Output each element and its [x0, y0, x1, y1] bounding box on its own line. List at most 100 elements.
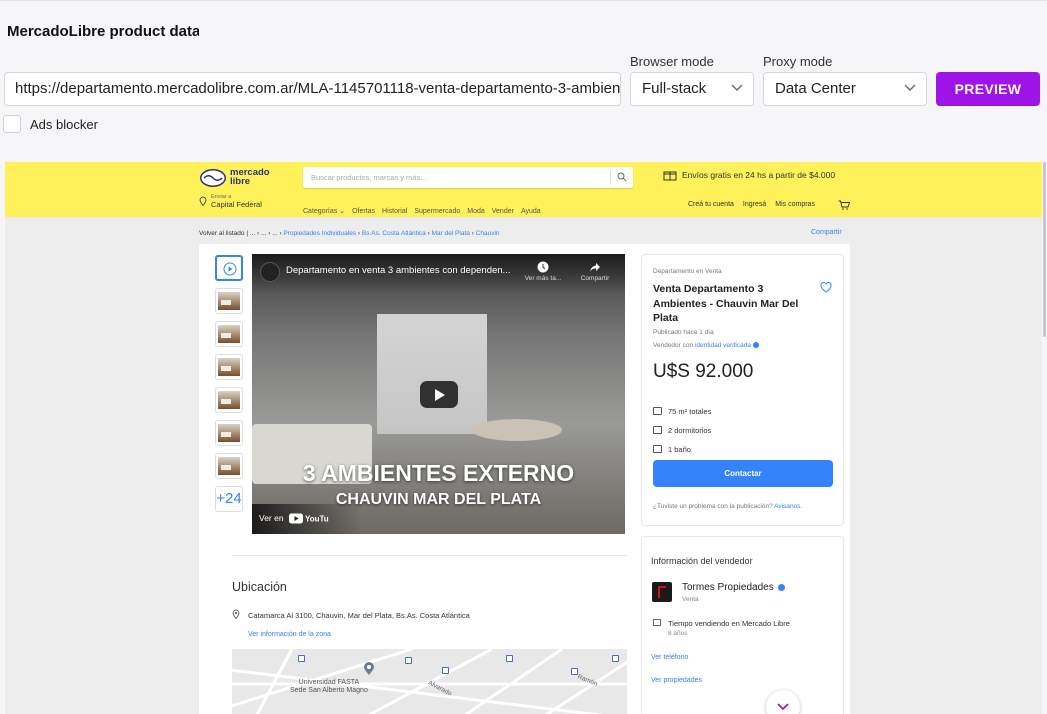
- thumbnail-image[interactable]: [215, 453, 243, 479]
- nav-fashion[interactable]: Moda: [467, 208, 485, 215]
- watch-on-youtube-text[interactable]: Ver en: [259, 513, 284, 523]
- bus-stop-icon[interactable]: [298, 655, 305, 662]
- video-play-button[interactable]: [420, 381, 458, 408]
- channel-avatar[interactable]: [260, 262, 280, 282]
- thumbnail-image[interactable]: [215, 354, 243, 380]
- crumb-1[interactable]: Propiedades Individuales: [283, 230, 356, 237]
- ml-promo[interactable]: Envíos gratis en 24 hs a partir de $4.00…: [682, 170, 835, 180]
- preview-viewport: mercado libre Buscar productos, marcas y …: [5, 162, 1042, 714]
- share-link[interactable]: Compartir: [811, 229, 842, 236]
- map-place-pin-icon[interactable]: [363, 662, 375, 676]
- bus-stop-icon[interactable]: [442, 667, 449, 674]
- chevron-down-icon: [731, 84, 743, 91]
- thumbnail-video[interactable]: [215, 255, 243, 281]
- ml-location: Capital Federal: [211, 200, 262, 209]
- location-map[interactable]: Universidad FASTA Sede San Alberto Magno …: [232, 649, 627, 714]
- contact-button[interactable]: Contactar: [653, 460, 833, 487]
- browser-mode-value: Full-stack: [642, 80, 707, 97]
- ml-search-bar[interactable]: Buscar productos, marcas y más...: [303, 167, 633, 188]
- ads-blocker-label: Ads blocker: [30, 117, 98, 132]
- viewport-scrollbar[interactable]: [1042, 162, 1047, 714]
- url-input[interactable]: https://departamento.mercadolibre.com.ar…: [4, 72, 621, 106]
- listing-price: U$S 92.000: [653, 361, 754, 382]
- app-title: MercadoLibre product data: [7, 23, 199, 40]
- zone-info-link[interactable]: Ver información de la zona: [248, 631, 331, 638]
- share-arrow-icon: [590, 263, 600, 272]
- play-circle-icon: [223, 262, 237, 276]
- more-photos-button[interactable]: +24: [215, 486, 243, 512]
- thumbnail-image[interactable]: [215, 387, 243, 413]
- video-title[interactable]: Departamento en venta 3 ambientes con de…: [286, 265, 524, 276]
- chevron-down-icon: [904, 84, 916, 91]
- listing-info-panel: Departamento en Venta Venta Departamento…: [641, 254, 844, 526]
- ml-nav: Categorías ⌄ Ofertas Historial Supermercado…: [303, 207, 548, 215]
- svg-text:YouTube: YouTube: [305, 515, 329, 524]
- nav-supermarket[interactable]: Supermercado: [414, 208, 460, 215]
- view-properties-link[interactable]: Ver propiedades: [651, 677, 702, 684]
- ml-search-divider: [610, 170, 611, 185]
- listing-condition: Departamento en Venta: [653, 268, 722, 275]
- location-heading: Ubicación: [232, 580, 287, 594]
- ml-send-to[interactable]: Enviar a Capital Federal: [211, 194, 262, 208]
- location-pin-icon: [232, 609, 240, 619]
- crumb-3[interactable]: Mar del Plata: [432, 230, 470, 237]
- nav-help[interactable]: Ayuda: [521, 208, 541, 215]
- preview-button[interactable]: PREVIEW: [936, 72, 1040, 106]
- view-phone-link[interactable]: Ver teléfono: [651, 654, 688, 661]
- create-account-link[interactable]: Creá tu cuenta: [688, 201, 734, 208]
- report-problem: ¿Tuviste un problema con la publicación?…: [653, 503, 803, 510]
- area-icon: [653, 407, 662, 415]
- login-link[interactable]: Ingresá: [743, 201, 766, 208]
- clock-icon: [537, 261, 549, 273]
- thumbnail-image[interactable]: [215, 288, 243, 314]
- video-share-button[interactable]: Compartir: [574, 261, 616, 282]
- youtube-logo-icon[interactable]: YouTube: [289, 513, 329, 524]
- bed-icon: [653, 426, 662, 434]
- heart-icon[interactable]: [820, 282, 832, 293]
- location-address: Catamarca Al 3100, Chauvin, Mar del Plat…: [248, 611, 470, 620]
- verified-identity-link[interactable]: identidad verificada: [695, 342, 751, 349]
- ml-search-placeholder: Buscar productos, marcas y más...: [311, 173, 427, 182]
- bus-stop-icon[interactable]: [405, 657, 412, 664]
- breadcrumb: Volver al listado | ... › ... › ... › Pr…: [199, 230, 500, 237]
- ads-blocker-checkbox[interactable]: [3, 115, 21, 133]
- app-root: MercadoLibre product data https://depart…: [0, 0, 1047, 714]
- bus-stop-icon[interactable]: [506, 655, 513, 662]
- cart-icon[interactable]: [838, 200, 850, 210]
- seller-name[interactable]: Tormes Propiedades: [682, 582, 785, 593]
- search-icon[interactable]: [617, 172, 627, 182]
- crumb-4[interactable]: Chauvin: [476, 230, 500, 237]
- verified-icon: [777, 584, 785, 591]
- bus-stop-icon[interactable]: [571, 668, 578, 675]
- nav-history[interactable]: Historial: [382, 208, 407, 215]
- browser-mode-label: Browser mode: [630, 54, 714, 69]
- video-player[interactable]: Departamento en venta 3 ambientes con de…: [252, 254, 625, 534]
- seller-type: Venta: [682, 596, 699, 603]
- video-headline: 3 AMBIENTES EXTERNO: [302, 460, 575, 486]
- back-to-list-link[interactable]: Volver al listado: [199, 230, 245, 237]
- location-pin-icon: [199, 196, 207, 206]
- map-label-university: Universidad FASTA Sede San Alberto Magno: [290, 679, 368, 694]
- watch-later-button[interactable]: Ver más ta...: [523, 261, 563, 282]
- nav-sell[interactable]: Vender: [492, 208, 514, 215]
- seller-logo[interactable]: [652, 582, 672, 602]
- proxy-mode-value: Data Center: [775, 80, 856, 97]
- product-page: +24 Departamento en venta 3 ambientes co…: [199, 244, 850, 714]
- my-purchases-link[interactable]: Mis compras: [775, 201, 815, 208]
- bus-stop-icon[interactable]: [612, 655, 619, 662]
- calendar-icon: [653, 619, 661, 626]
- report-link[interactable]: Avisanos.: [774, 503, 802, 510]
- browser-mode-select[interactable]: Full-stack: [630, 72, 754, 106]
- ml-logo-text[interactable]: mercado libre: [230, 168, 270, 187]
- thumbnail-image[interactable]: [215, 420, 243, 446]
- nav-categories[interactable]: Categorías ⌄: [303, 208, 345, 215]
- seller-info-panel: Información del vendedor Tormes Propieda…: [641, 536, 844, 714]
- crumb-2[interactable]: Bs.As. Costa Atlántica: [362, 230, 426, 237]
- nav-offers[interactable]: Ofertas: [352, 208, 375, 215]
- feature-bedrooms: 2 dormitorios: [653, 426, 711, 435]
- proxy-mode-select[interactable]: Data Center: [763, 72, 927, 106]
- feature-area: 75 m² totales: [653, 407, 711, 416]
- thumbnail-image[interactable]: [215, 321, 243, 347]
- verified-icon: [752, 342, 759, 348]
- scrollbar-thumb[interactable]: [1043, 162, 1046, 337]
